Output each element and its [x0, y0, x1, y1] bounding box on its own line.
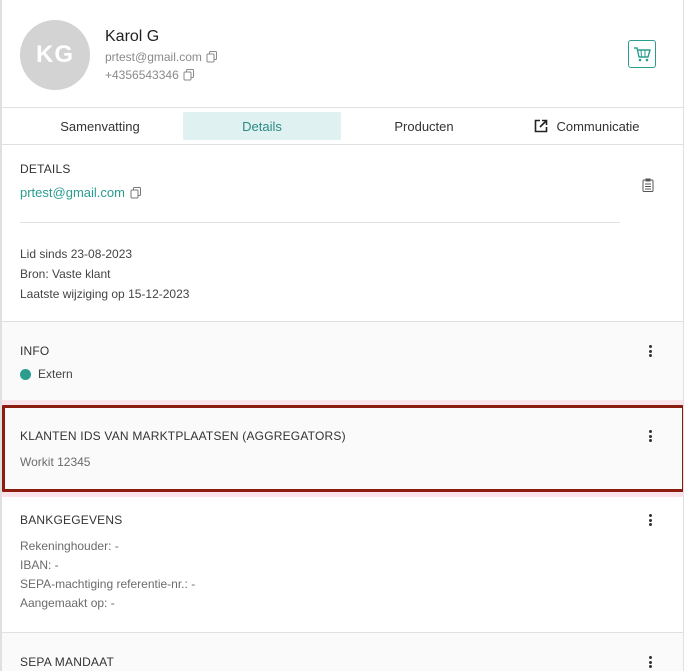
details-email-row: prtest@gmail.com [20, 185, 142, 200]
iban: IBAN: - [20, 558, 59, 572]
section-title-aggregators: KLANTEN IDS VAN MARKTPLAATSEN (AGGREGATO… [20, 429, 346, 443]
cart-button[interactable] [628, 40, 656, 68]
header-phone-row: +4356543346 [105, 68, 195, 82]
copy-icon[interactable] [130, 186, 142, 199]
sepa-section: SEPA MANDAAT [2, 633, 683, 671]
details-section: DETAILS prtest@gmail.com Lid sinds 23-08… [2, 146, 683, 321]
section-title-bank: BANKGEGEVENS [20, 513, 123, 527]
status-label: Extern [38, 367, 73, 381]
avatar: KG [20, 20, 90, 90]
bank-created: Aangemaakt op: - [20, 596, 115, 610]
header-phone: +4356543346 [105, 68, 179, 82]
info-status: Extern [20, 367, 73, 381]
sepa-menu-button[interactable] [643, 655, 657, 669]
tab-details[interactable]: Details [183, 112, 341, 140]
copy-icon[interactable] [183, 69, 195, 81]
tab-producten[interactable]: Producten [344, 112, 504, 140]
cart-icon [634, 47, 651, 62]
aggregators-section: KLANTEN IDS VAN MARKTPLAATSEN (AGGREGATO… [5, 408, 682, 489]
copy-icon[interactable] [206, 51, 218, 63]
customer-panel: KG Karol G prtest@gmail.com +4356543346 [0, 0, 684, 671]
bank-menu-button[interactable] [643, 513, 657, 527]
source: Bron: Vaste klant [20, 267, 111, 281]
tab-label: Samenvatting [60, 118, 140, 134]
customer-name: Karol G [105, 28, 160, 45]
header-email-row: prtest@gmail.com [105, 50, 218, 64]
info-section: INFO Extern [2, 322, 683, 400]
account-holder: Rekeninghouder: - [20, 539, 119, 553]
bank-section: BANKGEGEVENS Rekeninghouder: - IBAN: - S… [2, 497, 683, 632]
tab-samenvatting[interactable]: Samenvatting [20, 112, 180, 140]
divider [20, 222, 620, 223]
member-since: Lid sinds 23-08-2023 [20, 247, 133, 261]
profile-header: KG Karol G prtest@gmail.com +4356543346 [2, 0, 683, 108]
aggregators-menu-button[interactable] [643, 429, 657, 443]
header-email: prtest@gmail.com [105, 50, 202, 64]
last-modified: Laatste wijziging op 15-12-2023 [20, 287, 190, 301]
aggregator-entry: Workit 12345 [20, 455, 91, 469]
external-link-icon [535, 119, 548, 133]
section-title-info: INFO [20, 344, 50, 358]
sepa-reference: SEPA-machtiging referentie-nr.: - [20, 577, 196, 591]
section-title-details: DETAILS [20, 162, 71, 176]
tab-communicatie[interactable]: Communicatie [507, 112, 667, 140]
tab-label: Producten [394, 118, 454, 134]
status-dot-icon [20, 368, 31, 380]
section-title-sepa: SEPA MANDAAT [20, 655, 114, 669]
info-menu-button[interactable] [643, 344, 657, 358]
details-email-link[interactable]: prtest@gmail.com [20, 185, 125, 200]
tab-label: Details [242, 118, 282, 134]
tab-label: Communicatie [556, 118, 640, 134]
clipboard-icon[interactable] [642, 178, 654, 192]
tab-bar: Samenvatting Details Producten Communica… [2, 108, 683, 145]
